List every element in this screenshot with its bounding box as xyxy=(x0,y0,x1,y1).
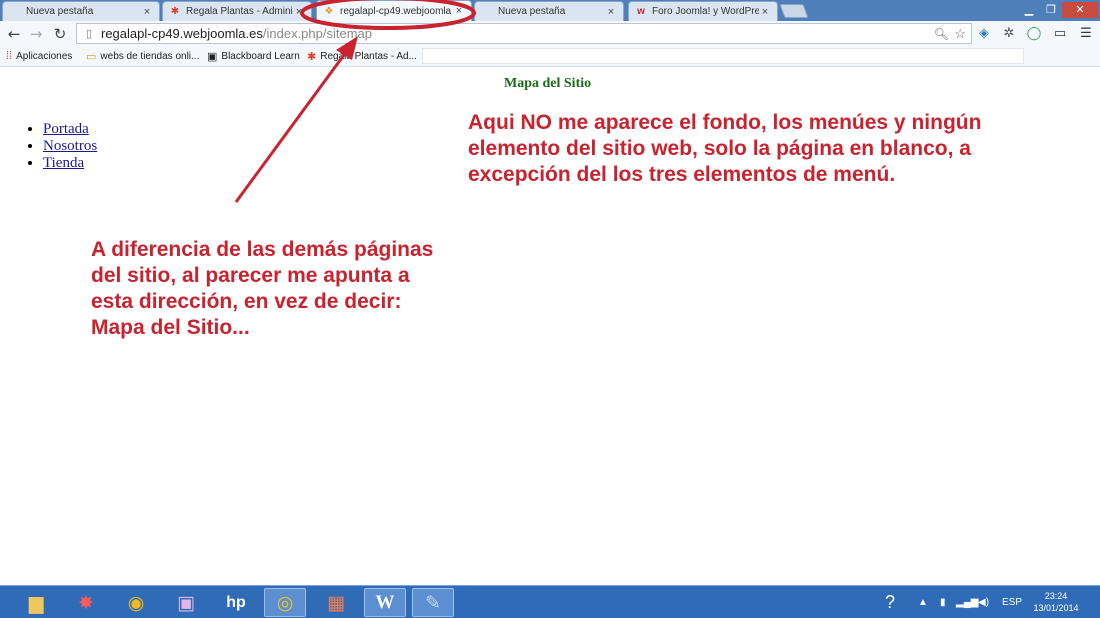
annotation-note-right: Aqui NO me aparece el fondo, los menúes … xyxy=(468,111,982,186)
site-menu: Portada Nosotros Tienda xyxy=(43,121,97,172)
language-indicator[interactable]: ESP xyxy=(1002,586,1022,618)
joomla-icon: ✱ xyxy=(307,51,317,63)
cast-icon[interactable]: ▭ xyxy=(1051,25,1069,43)
address-bar[interactable]: ▯ regalapl-cp49.webjoomla.es/index.php/s… xyxy=(76,23,972,44)
blank-tab-icon xyxy=(481,6,493,18)
bookmark-aplicaciones[interactable]: ⁞⁞ Aplicaciones xyxy=(6,50,72,62)
menu-link-portada[interactable]: Portada xyxy=(43,121,89,137)
restore-icon[interactable]: ❐ xyxy=(1040,2,1062,18)
bookmarks-empty-area xyxy=(422,48,1024,64)
close-icon[interactable]: × xyxy=(453,5,465,17)
volume-icon[interactable]: ◀) xyxy=(978,586,989,618)
tab-nueva-pestana-2[interactable]: Nueva pestaña × xyxy=(474,1,624,21)
hp-icon[interactable]: hp xyxy=(215,588,257,617)
forum-icon: w xyxy=(637,6,645,17)
clock-date: 13/01/2014 xyxy=(1033,603,1079,613)
menu-item-nosotros: Nosotros xyxy=(43,138,97,155)
menu-icon[interactable]: ☰ xyxy=(1077,25,1095,43)
reload-icon[interactable]: ↻ xyxy=(50,24,70,44)
bookmark-regala-plantas[interactable]: ✱ Regala Plantas - Ad... xyxy=(307,50,417,63)
close-icon[interactable]: × xyxy=(759,6,771,18)
annotation-note-left: A diferencia de las demás páginas del si… xyxy=(91,238,434,339)
minimize-icon[interactable]: ▁ xyxy=(1018,2,1040,18)
presentation-icon[interactable]: ▣ xyxy=(165,588,207,617)
page-info-icon[interactable]: ▯ xyxy=(82,27,96,40)
bookmark-blackboard[interactable]: ▣ Blackboard Learn xyxy=(207,50,300,63)
close-icon[interactable]: × xyxy=(605,6,617,18)
file-explorer-icon[interactable]: ▆ xyxy=(15,588,57,617)
bookmark-webs-tiendas[interactable]: ▭ webs de tiendas onli... xyxy=(86,50,199,63)
menu-link-tienda[interactable]: Tienda xyxy=(43,155,84,171)
tab-regala-plantas[interactable]: ✱ Regala Plantas - Administ × xyxy=(162,1,312,21)
settings-gear-icon[interactable]: ✲ xyxy=(1000,25,1018,43)
tray-expand-icon[interactable]: ▲ xyxy=(918,586,928,618)
status-circle-icon[interactable]: ◯ xyxy=(1025,25,1043,43)
apps-grid-icon: ⁞⁞ xyxy=(6,50,13,62)
chrome-icon[interactable]: ◎ xyxy=(264,588,306,617)
bookmarks-bar: ⁞⁞ Aplicaciones ▭ webs de tiendas onli..… xyxy=(0,46,1100,67)
menu-item-portada: Portada xyxy=(43,121,97,138)
new-tab-button[interactable] xyxy=(779,4,809,18)
taskbar-clock[interactable]: 23:24 13/01/2014 xyxy=(1028,590,1084,614)
page-title: Mapa del Sitio xyxy=(504,76,592,91)
forward-arrow-icon[interactable]: → xyxy=(26,24,46,44)
browser-toolbar: ← → ↻ ▯ regalapl-cp49.webjoomla.es/index… xyxy=(0,21,1100,46)
help-icon[interactable]: ? xyxy=(885,586,895,618)
word-icon[interactable]: W xyxy=(364,588,406,617)
apps-icon[interactable]: ▦ xyxy=(315,588,357,617)
extension-icon[interactable]: ◈ xyxy=(975,25,993,43)
joomla-icon: ✱ xyxy=(170,6,180,17)
clock-time: 23:24 xyxy=(1044,591,1068,601)
games-icon[interactable]: ✸ xyxy=(65,588,107,617)
close-window-icon[interactable]: ✕ xyxy=(1062,2,1098,18)
menu-link-nosotros[interactable]: Nosotros xyxy=(43,138,97,154)
zoom-icon[interactable]: 🔍︎ xyxy=(934,27,949,41)
windows-taskbar: ▆ ✸ ◉ ▣ hp ◎ ▦ W ✎ ? ▲ ▮ ▂▄▆ ◀) ESP xyxy=(0,585,1100,618)
tab-nueva-pestana-1[interactable]: Nueva pestaña × xyxy=(2,1,160,21)
tab-regalapl-active[interactable]: ❖ regalapl-cp49.webjoomla × xyxy=(316,0,472,21)
close-icon[interactable]: × xyxy=(293,6,305,18)
page-icon: ❖ xyxy=(324,5,334,17)
media-player-icon[interactable]: ◉ xyxy=(115,588,157,617)
folder-icon: ▭ xyxy=(86,51,97,63)
signal-icon[interactable]: ▂▄▆ xyxy=(956,586,978,618)
back-arrow-icon[interactable]: ← xyxy=(4,24,24,44)
paint-icon[interactable]: ✎ xyxy=(412,588,454,617)
battery-icon[interactable]: ▮ xyxy=(940,586,946,618)
tab-foro-joomla[interactable]: w Foro Joomla! y WordPress × xyxy=(628,1,778,21)
bookmark-star-icon[interactable]: ☆ xyxy=(954,26,966,42)
menu-item-tienda: Tienda xyxy=(43,155,97,172)
blackboard-icon: ▣ xyxy=(207,51,218,63)
close-icon[interactable]: × xyxy=(141,6,153,18)
blank-tab-icon xyxy=(9,6,21,18)
annotation-arrow-line xyxy=(234,43,354,203)
tab-strip: Nueva pestaña × ✱ Regala Plantas - Admin… xyxy=(0,0,1100,21)
